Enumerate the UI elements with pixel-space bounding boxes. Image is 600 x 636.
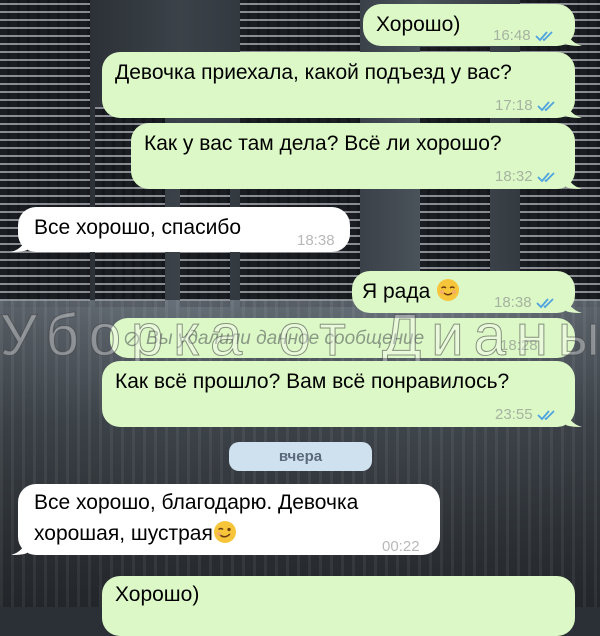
- bubble-tail-icon: [566, 100, 582, 118]
- bubble-tail-icon: [11, 537, 27, 555]
- bubble-tail-icon: [566, 409, 582, 427]
- deleted-message-label: Вы удалили данное сообщение: [124, 325, 424, 353]
- message-time: 18:28: [500, 337, 538, 354]
- message-text: Девочка приехала, какой подъезд у вас?: [115, 61, 512, 84]
- bubble-tail-icon: [566, 295, 582, 313]
- message-time: 17:18: [495, 97, 533, 114]
- bubble-tail-icon: [566, 171, 582, 189]
- message-text: Как всё прошло? Вам всё понравилось?: [115, 370, 510, 393]
- message-text: Хорошо): [376, 13, 461, 36]
- message-time: 18:38: [494, 294, 532, 311]
- message-text: Хорошо): [115, 583, 200, 606]
- message-time: 18:38: [297, 232, 335, 249]
- message-outgoing[interactable]: Я рада 18:38: [352, 271, 582, 313]
- read-ticks-icon: [534, 31, 553, 42]
- message-outgoing[interactable]: Хорошо) 16:48: [363, 4, 582, 46]
- bubble-tail-icon: [566, 28, 582, 46]
- message-meta: 18:38: [494, 289, 556, 317]
- wallpaper-building: [0, 0, 90, 307]
- read-ticks-icon: [536, 101, 555, 112]
- message-time: 18:32: [495, 168, 533, 185]
- message-text-line: Все хорошо, благодарю. Девочка: [34, 491, 359, 514]
- relieved-face-icon: [437, 279, 460, 301]
- read-ticks-icon: [536, 410, 555, 421]
- message-text-line: хорошая, шустрая: [34, 520, 237, 548]
- message-outgoing[interactable]: Хорошо): [102, 576, 575, 636]
- message-deleted[interactable]: Вы удалили данное сообщение 18:28: [110, 318, 575, 358]
- message-time: 16:48: [493, 27, 531, 44]
- bubble-tail-icon: [11, 234, 27, 252]
- message-incoming[interactable]: Все хорошо, благодарю. Девочка хорошая, …: [11, 484, 440, 555]
- read-ticks-icon: [535, 298, 554, 309]
- message-time: 00:22: [382, 538, 420, 555]
- message-meta: 18:28: [500, 332, 538, 360]
- message-outgoing[interactable]: Как у вас там дела? Всё ли хорошо? 18:32: [131, 123, 582, 191]
- message-incoming[interactable]: Все хорошо, спасибо 18:38: [11, 207, 350, 255]
- message-meta: 23:55: [495, 401, 557, 429]
- read-ticks-icon: [536, 172, 555, 183]
- message-meta: 18:38: [297, 227, 335, 255]
- message-outgoing[interactable]: Девочка приехала, какой подъезд у вас? 1…: [102, 52, 582, 120]
- message-time: 23:55: [495, 406, 533, 423]
- date-separator: вчера: [229, 442, 372, 471]
- message-outgoing[interactable]: Как всё прошло? Вам всё понравилось? 23:…: [102, 361, 582, 429]
- message-meta: 17:18: [495, 92, 557, 120]
- message-text: Я рада: [362, 278, 460, 306]
- message-text: Все хорошо, спасибо: [34, 216, 242, 239]
- message-text: Как у вас там дела? Всё ли хорошо?: [144, 132, 502, 155]
- message-meta: 18:32: [495, 163, 557, 191]
- message-meta: 00:22: [382, 533, 420, 561]
- message-meta: 16:48: [493, 22, 555, 50]
- blocked-icon: [124, 331, 140, 347]
- winking-face-icon: [213, 521, 236, 543]
